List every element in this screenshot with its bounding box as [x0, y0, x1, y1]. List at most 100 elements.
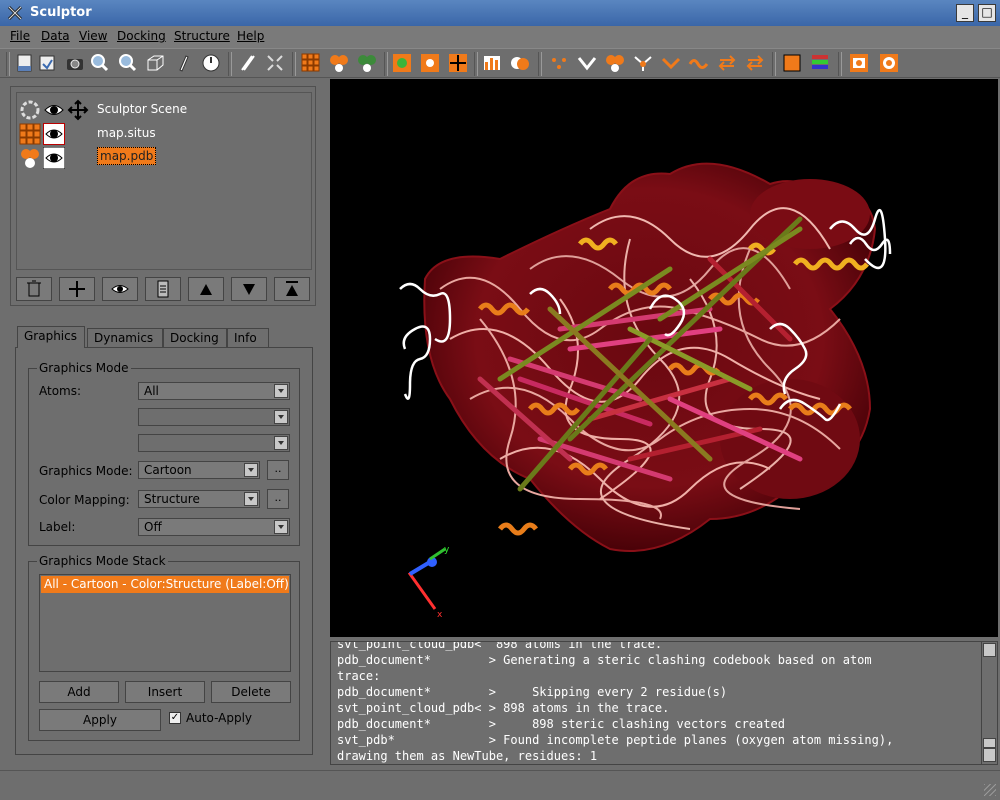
eye-icon: [111, 285, 129, 293]
minimize-button[interactable]: _: [956, 4, 974, 22]
menu-structure[interactable]: Structure: [174, 29, 230, 43]
scene-icon: [20, 100, 40, 120]
add-button[interactable]: Add: [39, 681, 119, 703]
scene-item-map-situs[interactable]: map.situs: [17, 121, 307, 145]
visibility-button[interactable]: [102, 277, 138, 301]
move-icon[interactable]: [67, 99, 89, 121]
menu-docking[interactable]: Docking: [117, 29, 166, 43]
pen-icon[interactable]: [172, 52, 194, 74]
box-icon[interactable]: [144, 52, 166, 74]
color-bars-icon[interactable]: [809, 52, 831, 74]
tab-docking[interactable]: Docking: [163, 328, 227, 348]
points-icon[interactable]: [548, 52, 570, 74]
log-line: svt_pdb* > Found incomplete peptide plan…: [337, 733, 894, 747]
zoom-in-icon[interactable]: [88, 52, 110, 74]
toolbar-separator: [838, 52, 842, 76]
insert-button[interactable]: Insert: [125, 681, 205, 703]
atoms-select-3: [138, 434, 290, 452]
move-button[interactable]: [59, 277, 95, 301]
toolbar-separator: [384, 52, 388, 76]
move-down-button[interactable]: [231, 277, 267, 301]
atoms-select[interactable]: All: [138, 382, 290, 400]
open-icon[interactable]: [14, 52, 36, 74]
clock-icon[interactable]: [200, 52, 222, 74]
scroll-up-arrow-icon[interactable]: [983, 643, 996, 657]
chevron-down-icon: [244, 463, 258, 477]
color-mapping-options-button[interactable]: ..: [267, 489, 289, 509]
move-icon[interactable]: [447, 52, 469, 74]
move-icon: [69, 281, 85, 297]
log-console[interactable]: svt_point_cloud_pdb< 898 atoms in the tr…: [330, 641, 998, 765]
top-arrow-icon: [286, 281, 298, 296]
document-icon: [157, 280, 169, 298]
orange-box-icon[interactable]: [781, 52, 803, 74]
auto-apply-checkbox[interactable]: ✓: [169, 712, 181, 724]
dots-grid-icon[interactable]: [264, 52, 286, 74]
swap-icon[interactable]: [716, 52, 738, 74]
camera-frame-icon[interactable]: [848, 52, 870, 74]
window-title: Sculptor: [30, 5, 92, 20]
move-up-button[interactable]: [188, 277, 224, 301]
scroll-down-arrow-icon[interactable]: [983, 748, 996, 762]
green-square-icon[interactable]: [391, 52, 413, 74]
move-top-button[interactable]: [274, 277, 310, 301]
tab-info[interactable]: Info: [227, 328, 269, 348]
delete-button[interactable]: Delete: [211, 681, 291, 703]
graphics-mode-label: Graphics Mode:: [39, 464, 133, 478]
molecule-render: y x: [399, 162, 892, 620]
menu-data[interactable]: Data: [41, 29, 70, 43]
maximize-button[interactable]: □: [978, 4, 996, 22]
3d-viewport[interactable]: y x: [330, 79, 998, 637]
v-icon[interactable]: [576, 52, 598, 74]
save-icon[interactable]: [36, 52, 58, 74]
branch-icon[interactable]: [632, 52, 654, 74]
scene-item-map-pdb[interactable]: map.pdb: [17, 145, 307, 169]
log-line: svt_point_cloud_pdb< > 898 atoms in the …: [337, 701, 670, 715]
graphics-tab-pane: Graphics Mode Atoms: All Graphics Mode: …: [15, 347, 313, 755]
atoms-value: All: [144, 384, 159, 398]
log-text: svt_point_cloud_pdb< 898 atoms in the tr…: [337, 642, 894, 764]
console-scrollbar[interactable]: [981, 642, 997, 764]
histogram-icon[interactable]: [481, 52, 503, 74]
screenshot-icon[interactable]: [64, 52, 86, 74]
tab-dynamics[interactable]: Dynamics: [87, 328, 163, 348]
zoom-out-icon[interactable]: [116, 52, 138, 74]
label-label: Label:: [39, 520, 76, 534]
apply-button[interactable]: Apply: [39, 709, 161, 731]
green-atoms-icon[interactable]: [356, 52, 378, 74]
tab-graphics[interactable]: Graphics: [17, 326, 85, 348]
stack-item-selected[interactable]: All - Cartoon - Color:Structure (Label:O…: [41, 576, 289, 593]
menu-view[interactable]: View: [79, 29, 107, 43]
wave-icon[interactable]: [688, 52, 710, 74]
density-lobe: [750, 179, 870, 249]
gear-frame-icon[interactable]: [878, 52, 900, 74]
label-select[interactable]: Off: [138, 518, 290, 536]
graphics-mode-stack-list[interactable]: All - Cartoon - Color:Structure (Label:O…: [39, 574, 291, 672]
atoms-icon[interactable]: [328, 52, 350, 74]
resize-grip-icon[interactable]: [984, 784, 996, 796]
graphics-mode-stack-group: Graphics Mode Stack All - Cartoon - Colo…: [28, 554, 300, 741]
scroll-thumb[interactable]: [983, 738, 996, 748]
eye-icon[interactable]: [43, 99, 65, 121]
orange-grid-icon[interactable]: [300, 52, 322, 74]
menu-help[interactable]: Help: [237, 29, 264, 43]
graphics-mode-group: Graphics Mode Atoms: All Graphics Mode: …: [28, 361, 300, 546]
helix-icon[interactable]: [236, 52, 258, 74]
eye-icon[interactable]: [43, 123, 65, 145]
scene-tree[interactable]: Sculptor Scene map.situs map.pdb: [16, 92, 312, 270]
eye-icon[interactable]: [43, 147, 65, 169]
delete-button[interactable]: [16, 277, 52, 301]
atom-cluster-icon[interactable]: [604, 52, 626, 74]
graphics-mode-options-button[interactable]: ..: [267, 460, 289, 480]
swap2-icon[interactable]: [744, 52, 766, 74]
scene-item-root[interactable]: Sculptor Scene: [17, 97, 307, 121]
dual-circle-icon[interactable]: [509, 52, 531, 74]
menu-file[interactable]: File: [10, 29, 30, 43]
properties-button[interactable]: [145, 277, 181, 301]
color-mapping-select[interactable]: Structure: [138, 490, 260, 508]
check-icon[interactable]: [660, 52, 682, 74]
svg-text:y: y: [444, 545, 450, 555]
orange-square-icon[interactable]: [419, 52, 441, 74]
log-line: pdb_document* > 898 steric clashing vect…: [337, 717, 785, 731]
graphics-mode-select[interactable]: Cartoon: [138, 461, 260, 479]
